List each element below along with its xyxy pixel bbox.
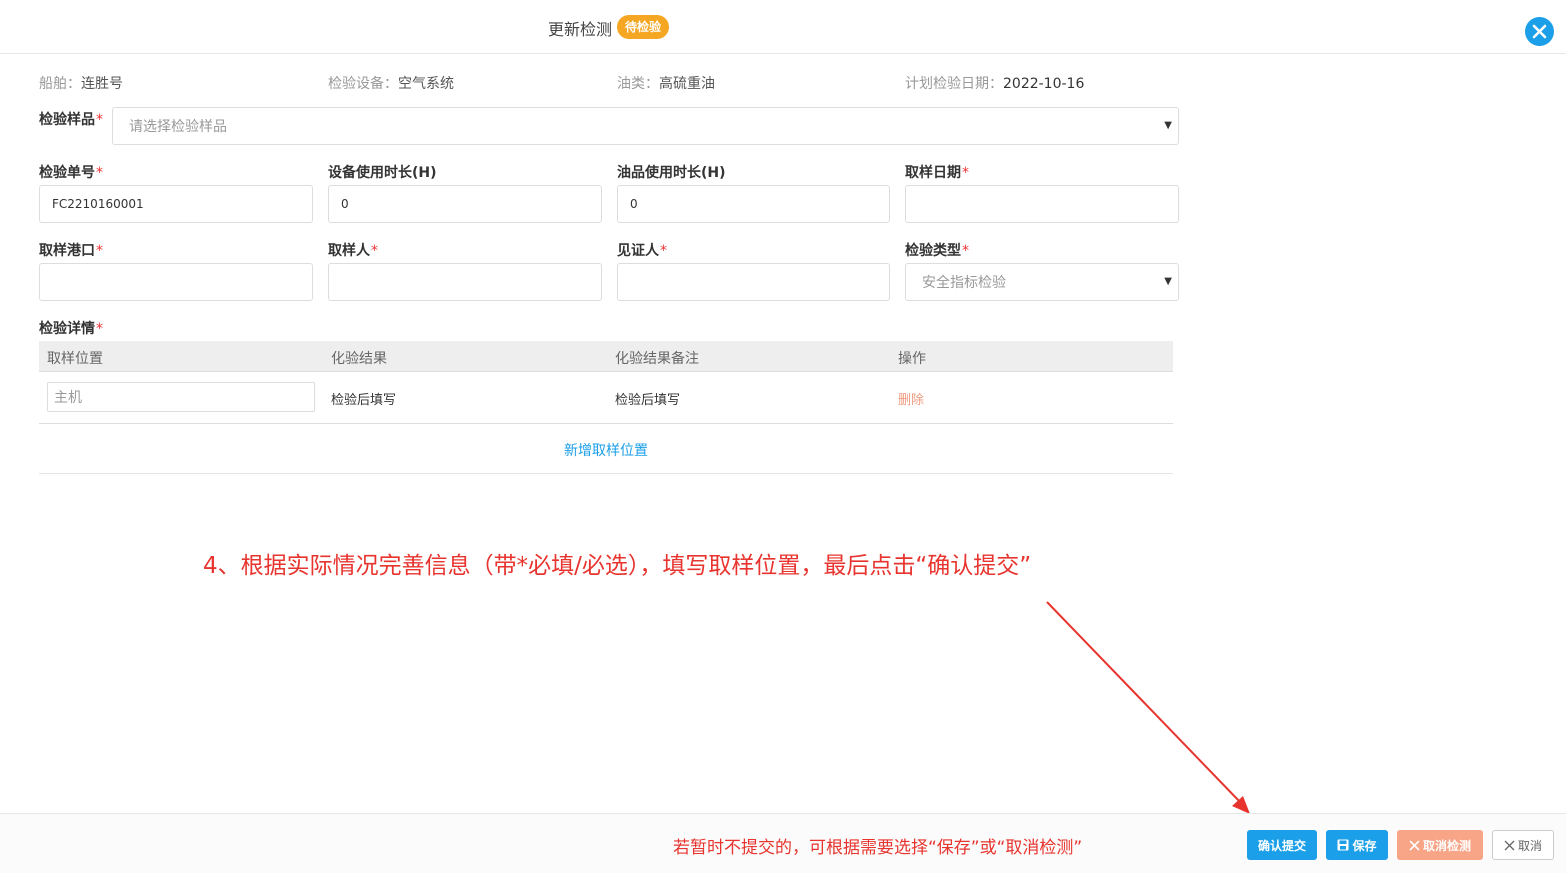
required-mark: * bbox=[96, 165, 103, 181]
sampler-label-text: 取样人 bbox=[328, 243, 370, 259]
ship-value: 连胜号 bbox=[81, 76, 123, 92]
sampler-label: 取样人* bbox=[328, 240, 378, 260]
sample-date-label-text: 取样日期 bbox=[905, 165, 961, 181]
plan-date-label: 计划检验日期： bbox=[905, 76, 1003, 92]
required-mark: * bbox=[660, 243, 667, 259]
check-type-label-text: 检验类型 bbox=[905, 243, 961, 259]
annotation-text: 4、根据实际情况完善信息（带*必填/必选），填写取样位置，最后点击“确认提交” bbox=[203, 553, 1032, 579]
remark-cell: 检验后填写 bbox=[615, 393, 681, 408]
sample-date-label: 取样日期* bbox=[905, 162, 969, 182]
sampler-input[interactable] bbox=[328, 263, 602, 301]
oil-value: 高硫重油 bbox=[659, 76, 715, 92]
sample-select-placeholder: 请选择检验样品 bbox=[129, 119, 227, 135]
footer-hint: 若暂时不提交的，可根据需要选择“保存”或“取消检测” bbox=[673, 838, 1083, 858]
order-no-value: FC2210160001 bbox=[52, 197, 144, 211]
sample-port-label: 取样港口* bbox=[39, 240, 103, 260]
ship-info: 船舶：连胜号 bbox=[39, 73, 123, 93]
details-label-text: 检验详情 bbox=[39, 321, 95, 337]
cancel-check-button[interactable]: 取消检测 bbox=[1397, 830, 1483, 860]
witness-label-text: 见证人 bbox=[617, 243, 659, 259]
modal-title: 更新检测 bbox=[548, 20, 613, 39]
sample-label: 检验样品* bbox=[39, 109, 103, 129]
check-type-value: 安全指标检验 bbox=[922, 275, 1006, 291]
details-label: 检验详情* bbox=[39, 318, 103, 338]
close-icon bbox=[1409, 839, 1420, 851]
save-icon bbox=[1337, 839, 1349, 851]
column-header: 化验结果 bbox=[331, 351, 387, 367]
required-mark: * bbox=[96, 243, 103, 259]
order-no-label: 检验单号* bbox=[39, 162, 103, 182]
oil-info: 油类：高硫重油 bbox=[617, 73, 715, 93]
chevron-down-icon: ▼ bbox=[1164, 276, 1172, 287]
required-mark: * bbox=[96, 321, 103, 337]
save-button[interactable]: 保存 bbox=[1326, 830, 1388, 860]
plan-date-value: 2022-10-16 bbox=[1003, 76, 1085, 92]
modal-footer: 若暂时不提交的，可根据需要选择“保存”或“取消检测” 确认提交 保存 取消检测 … bbox=[0, 813, 1566, 873]
device-label: 检验设备： bbox=[328, 76, 398, 92]
status-badge: 待检验 bbox=[617, 15, 670, 39]
delete-link[interactable]: 删除 bbox=[898, 389, 924, 408]
cancel-check-label: 取消检测 bbox=[1422, 838, 1471, 853]
close-button[interactable] bbox=[1525, 17, 1554, 46]
result-cell: 检验后填写 bbox=[331, 393, 397, 408]
required-mark: * bbox=[371, 243, 378, 259]
cancel-label: 取消 bbox=[1517, 838, 1542, 853]
chevron-down-icon: ▼ bbox=[1164, 120, 1172, 131]
device-hours-value: 0 bbox=[341, 197, 349, 211]
submit-label: 确认提交 bbox=[1257, 838, 1306, 853]
sample-label-text: 检验样品 bbox=[39, 112, 95, 128]
order-no-label-text: 检验单号 bbox=[39, 165, 95, 181]
check-type-select[interactable]: 安全指标检验 ▼ bbox=[905, 263, 1179, 301]
ship-label: 船舶： bbox=[39, 76, 81, 92]
oil-hours-value: 0 bbox=[630, 197, 638, 211]
witness-label: 见证人* bbox=[617, 240, 667, 260]
oil-hours-input[interactable]: 0 bbox=[617, 185, 890, 223]
check-type-label: 检验类型* bbox=[905, 240, 969, 260]
device-value: 空气系统 bbox=[398, 76, 454, 92]
device-hours-label: 设备使用时长(H) bbox=[328, 162, 437, 182]
column-header: 化验结果备注 bbox=[615, 351, 699, 367]
close-icon bbox=[1504, 840, 1515, 851]
details-table: 取样位置 化验结果 化验结果备注 操作 主机 检验后填写 检验后填写 删除 新增… bbox=[39, 341, 1173, 474]
modal-header: 更新检测 待检验 bbox=[0, 0, 1566, 54]
sample-port-label-text: 取样港口 bbox=[39, 243, 95, 259]
oil-hours-label-text: 油品使用时长(H) bbox=[617, 165, 726, 181]
required-mark: * bbox=[962, 243, 969, 259]
sample-port-input[interactable] bbox=[39, 263, 313, 301]
sample-select[interactable]: 请选择检验样品 ▼ bbox=[112, 107, 1179, 145]
table-header: 取样位置 化验结果 化验结果备注 操作 bbox=[39, 341, 1173, 372]
close-icon bbox=[1532, 24, 1547, 39]
cancel-button[interactable]: 取消 bbox=[1492, 830, 1554, 860]
device-hours-input[interactable]: 0 bbox=[328, 185, 602, 223]
add-row: 新增取样位置 bbox=[39, 424, 1173, 474]
location-input[interactable]: 主机 bbox=[47, 382, 315, 412]
table-row: 主机 检验后填写 检验后填写 删除 bbox=[39, 372, 1173, 424]
oil-hours-label: 油品使用时长(H) bbox=[617, 162, 726, 182]
location-value: 主机 bbox=[54, 390, 82, 406]
sample-date-input[interactable] bbox=[905, 185, 1179, 223]
column-header: 取样位置 bbox=[47, 351, 103, 367]
order-no-input[interactable]: FC2210160001 bbox=[39, 185, 313, 223]
submit-button[interactable]: 确认提交 bbox=[1247, 830, 1317, 860]
plan-date-info: 计划检验日期：2022-10-16 bbox=[905, 73, 1084, 93]
device-hours-label-text: 设备使用时长(H) bbox=[328, 165, 437, 181]
column-header: 操作 bbox=[898, 351, 926, 367]
save-label: 保存 bbox=[1352, 838, 1377, 853]
required-mark: * bbox=[96, 112, 103, 128]
witness-input[interactable] bbox=[617, 263, 890, 301]
add-location-link[interactable]: 新增取样位置 bbox=[39, 440, 1173, 460]
oil-label: 油类： bbox=[617, 76, 659, 92]
required-mark: * bbox=[962, 165, 969, 181]
device-info: 检验设备：空气系统 bbox=[328, 73, 454, 93]
